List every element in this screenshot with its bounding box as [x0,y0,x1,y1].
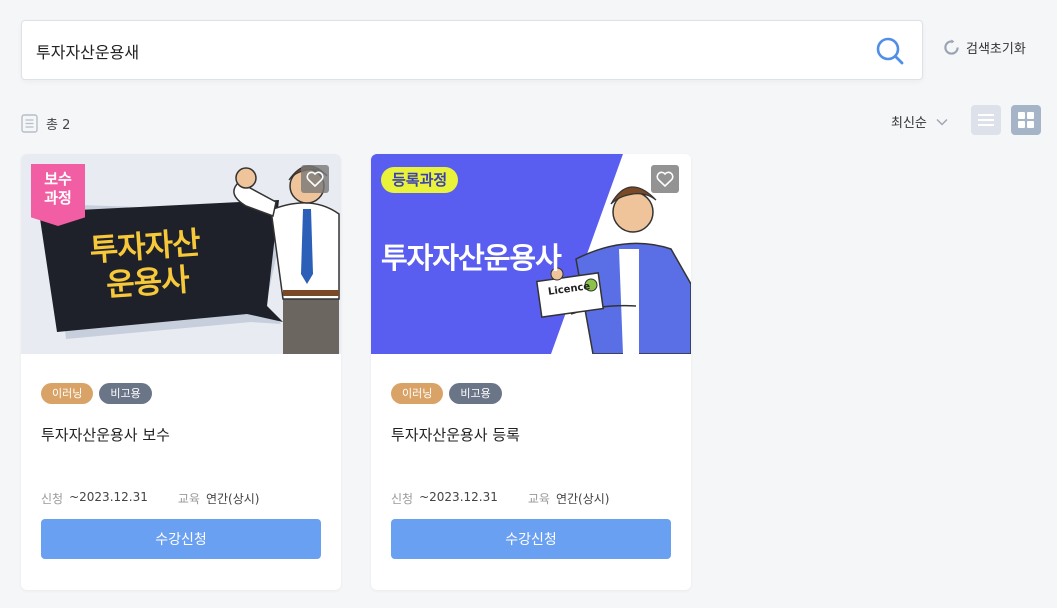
document-list-icon [21,114,38,133]
sort-dropdown[interactable]: 최신순 [891,112,949,131]
badge-non-employed: 비고용 [449,383,502,404]
reset-search-button[interactable]: 검색초기화 [943,38,1026,57]
badge-non-employed: 비고용 [99,383,152,404]
search-box [21,20,923,80]
grid-view-icon [1018,112,1034,128]
course-type-tag: 등록과정 [381,167,459,193]
course-title[interactable]: 투자자산운용사 보수 [41,424,170,445]
heart-icon [656,171,674,187]
list-view-icon [978,114,994,126]
refresh-icon [944,39,959,55]
course-card: 등록과정 투자자산운용사 Licence 이러닝 비고용 투자자산운용사 등록 … [371,154,691,590]
sort-label: 최신순 [891,116,927,131]
chevron-down-icon [936,118,948,126]
heart-icon [306,171,324,187]
course-meta: 신청 ~2023.12.31 교육 연간(상시) [41,490,259,507]
course-meta: 신청 ~2023.12.31 교육 연간(상시) [391,490,609,507]
thumbnail-title: 투자자산 운용사 [89,225,204,305]
course-title[interactable]: 투자자산운용사 등록 [391,424,520,445]
thumbnail-title: 투자자산운용사 [381,241,562,275]
edu-period-label: 교육 [527,492,550,506]
edu-period-label: 교육 [177,492,200,506]
edu-period-value: 연간(상시) [205,492,260,506]
result-count: 총 2 [21,114,70,133]
badge-elearning: 이러닝 [391,383,444,404]
search-input[interactable] [36,36,856,66]
apply-period-label: 신청 [41,492,64,506]
reset-label: 검색초기화 [966,42,1026,57]
count-label: 총 2 [46,118,71,133]
course-type-ribbon: 보수 과정 [31,164,85,226]
badge-group: 이러닝 비고용 [391,383,502,404]
course-card: 보수 과정 투자자산 운용사 이러닝 비고용 투자자산운용사 보수 신청 ~20… [21,154,341,590]
search-icon[interactable] [875,36,905,66]
course-thumbnail[interactable]: 등록과정 투자자산운용사 Licence [371,154,691,354]
enroll-button[interactable]: 수강신청 [41,519,321,559]
course-thumbnail[interactable]: 보수 과정 투자자산 운용사 [21,154,341,354]
apply-period-value: ~2023.12.31 [69,490,148,504]
list-view-button[interactable] [971,105,1001,135]
apply-period-label: 신청 [391,492,414,506]
badge-group: 이러닝 비고용 [41,383,152,404]
favorite-button[interactable] [301,165,329,193]
enroll-button[interactable]: 수강신청 [391,519,671,559]
apply-period-value: ~2023.12.31 [419,490,498,504]
grid-view-button[interactable] [1011,105,1041,135]
badge-elearning: 이러닝 [41,383,94,404]
edu-period-value: 연간(상시) [555,492,610,506]
favorite-button[interactable] [651,165,679,193]
